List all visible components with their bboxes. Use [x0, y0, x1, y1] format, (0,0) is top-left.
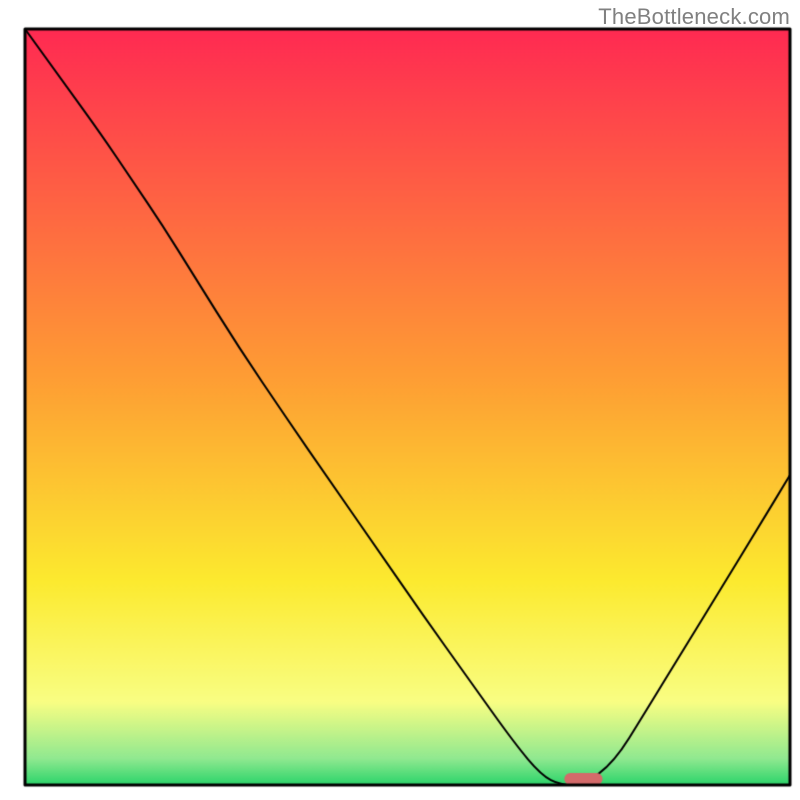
chart-container: TheBottleneck.com [0, 0, 800, 800]
bottleneck-chart [0, 0, 800, 800]
watermark-text: TheBottleneck.com [598, 4, 790, 30]
